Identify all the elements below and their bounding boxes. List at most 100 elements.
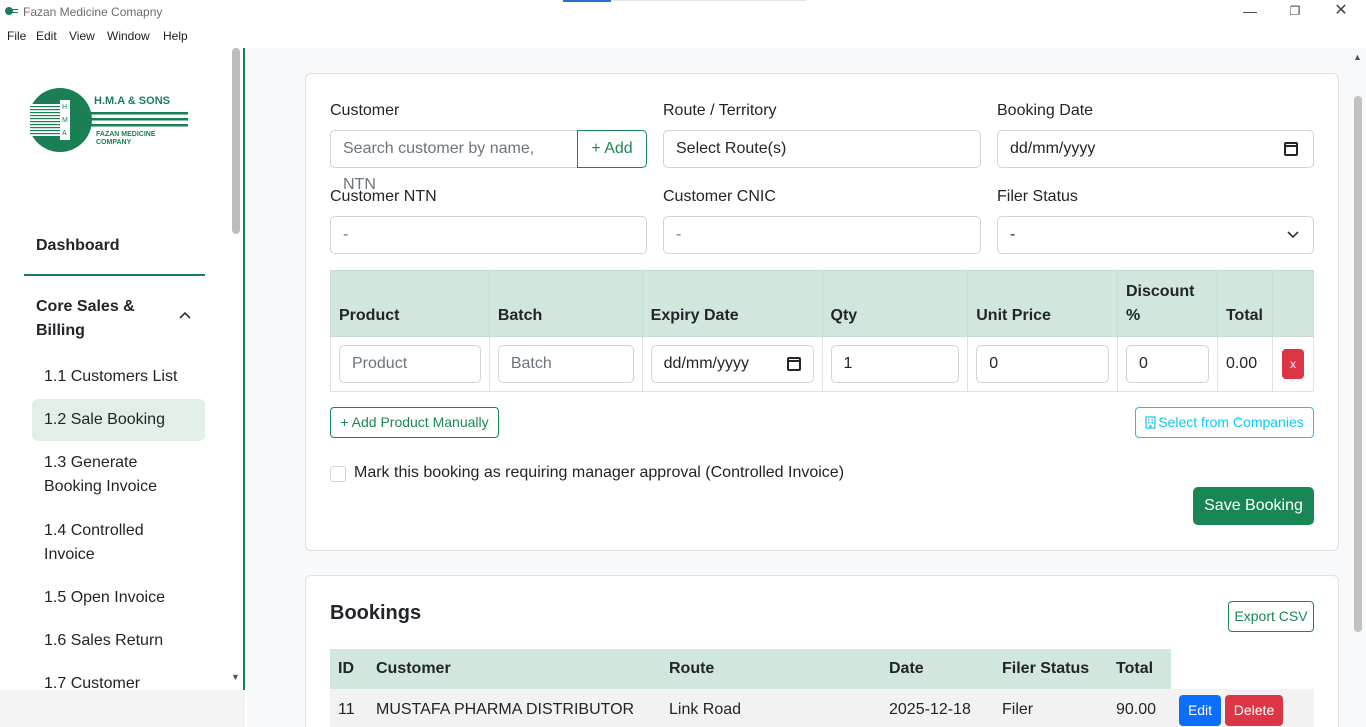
filer-select[interactable]: - (997, 216, 1314, 254)
filer-label: Filer Status (997, 188, 1078, 205)
main-scrollbar-thumb[interactable] (1354, 96, 1362, 632)
company-logo: H M A H.M.A & SONS FAZAN MEDICINE COMPAN… (28, 88, 188, 152)
discount-input[interactable]: 0 (1126, 345, 1209, 383)
sidebar-scrollbar-thumb[interactable] (232, 48, 240, 234)
maximize-button[interactable]: ❐ (1285, 2, 1305, 20)
menu-window[interactable]: Window (107, 29, 150, 43)
customer-search-input[interactable]: Search customer by name, NTN (330, 130, 578, 193)
col-unit-price: Unit Price (967, 270, 1118, 337)
main-content: ▲ Customer Search customer by name, NTN … (247, 48, 1366, 727)
nav-customers-list[interactable]: 1.1 Customers List (44, 365, 194, 389)
save-booking-button[interactable]: Save Booking (1193, 487, 1314, 525)
booking-total: 90.00 (1108, 689, 1171, 727)
chevron-up-icon[interactable] (178, 310, 192, 320)
remove-row-button[interactable]: x (1281, 349, 1304, 379)
nav-open-invoice[interactable]: 1.5 Open Invoice (44, 586, 194, 610)
nav-sales-return[interactable]: 1.6 Sales Return (44, 629, 194, 653)
cnic-label: Customer CNIC (663, 188, 776, 205)
close-button[interactable]: ✕ (1331, 2, 1351, 20)
filer-value: - (1010, 226, 1016, 243)
logo-line2: FAZAN MEDICINE (96, 131, 156, 138)
table-row[interactable]: 11 MUSTAFA PHARMA DISTRIBUTOR Link Road … (330, 689, 1314, 727)
col-customer: Customer (368, 649, 661, 689)
col-discount: Discount % (1117, 270, 1218, 337)
cnic-field: - (663, 216, 981, 254)
booking-form-card: Customer Search customer by name, NTN + … (305, 73, 1339, 551)
edit-button[interactable]: Edit (1179, 694, 1221, 726)
menu-help[interactable]: Help (163, 29, 188, 43)
col-product: Product (330, 270, 490, 337)
nav-generate-booking-invoice[interactable]: 1.3 Generate Booking Invoice (44, 451, 194, 499)
app-icon (5, 7, 18, 15)
route-label: Route / Territory (663, 102, 777, 119)
product-table: Product Batch Expiry Date Qty Unit Price… (330, 270, 1315, 392)
booking-filer: Filer (994, 689, 1108, 727)
logo-line1: H.M.A & SONS (94, 95, 170, 107)
nav-group-core-sales[interactable]: Core Sales & Billing (36, 295, 156, 343)
nav-divider (24, 274, 205, 276)
booking-date: 2025-12-18 (881, 689, 994, 727)
calendar-icon[interactable] (1284, 142, 1298, 156)
building-icon (1145, 416, 1156, 429)
col-date: Date (881, 649, 994, 689)
col-qty: Qty (821, 270, 969, 337)
booking-id: 11 (330, 689, 368, 727)
scroll-down-arrow-icon[interactable]: ▼ (231, 672, 240, 682)
col-id: ID (330, 649, 368, 689)
menu-view[interactable]: View (69, 29, 95, 43)
col-expiry: Expiry Date (641, 270, 823, 337)
logo-letter-h: H (62, 104, 67, 111)
route-select[interactable]: Select Route(s) (663, 130, 981, 168)
delete-button[interactable]: Delete (1225, 694, 1283, 726)
booking-route: Link Road (661, 689, 881, 727)
unit-price-input[interactable]: 0 (976, 345, 1109, 383)
bookings-table: ID Customer Route Date Filer Status Tota… (330, 649, 1314, 727)
manager-approval-checkbox[interactable] (330, 466, 346, 482)
nav-dashboard[interactable]: Dashboard (36, 237, 120, 255)
col-actions (1271, 270, 1315, 337)
customer-label: Customer (330, 102, 400, 119)
row-total: 0.00 (1216, 336, 1273, 392)
title-tab-indicator (563, 0, 611, 2)
product-input[interactable]: Product (339, 345, 481, 383)
title-bar: Fazan Medicine Comapny — ❐ ✕ (0, 0, 1366, 24)
minimize-button[interactable]: — (1240, 2, 1260, 20)
booking-date-input[interactable]: dd/mm/yyyy (997, 130, 1314, 168)
add-customer-button[interactable]: + Add (577, 130, 647, 168)
scroll-up-arrow-icon[interactable]: ▲ (1353, 52, 1362, 62)
add-product-manually-button[interactable]: + Add Product Manually (330, 407, 499, 438)
bookings-title: Bookings (330, 602, 422, 624)
window-title: Fazan Medicine Comapny (23, 5, 163, 19)
booking-date-value: dd/mm/yyyy (1010, 140, 1096, 157)
nav-controlled-invoice[interactable]: 1.4 Controlled Invoice (44, 519, 194, 567)
sidebar-footer (0, 690, 245, 727)
manager-approval-label: Mark this booking as requiring manager a… (354, 464, 845, 481)
booking-customer: MUSTAFA PHARMA DISTRIBUTOR (368, 689, 661, 727)
menu-file[interactable]: File (7, 29, 26, 43)
batch-input[interactable]: Batch (497, 345, 634, 383)
ntn-label: Customer NTN (330, 188, 437, 205)
col-filer-status: Filer Status (994, 649, 1108, 689)
ntn-field: - (330, 216, 647, 254)
menu-bar: File Edit View Window Help (0, 24, 1366, 48)
col-actions (1171, 649, 1314, 689)
select-from-companies-button[interactable]: Select from Companies (1135, 407, 1314, 438)
calendar-icon[interactable] (786, 357, 801, 371)
product-row: Product Batch dd/mm/yyyy 1 0 0 0.00 x (330, 336, 1315, 392)
expiry-date-input[interactable]: dd/mm/yyyy (650, 345, 814, 383)
logo-line3: COMPANY (96, 139, 132, 146)
export-csv-button[interactable]: Export CSV (1228, 601, 1314, 632)
logo-letter-a: A (62, 130, 67, 137)
menu-edit[interactable]: Edit (36, 29, 57, 43)
col-route: Route (661, 649, 881, 689)
booking-date-label: Booking Date (997, 102, 1094, 119)
chevron-down-icon (1287, 231, 1299, 239)
nav-sale-booking[interactable]: 1.2 Sale Booking (44, 408, 194, 432)
col-total: Total (1108, 649, 1171, 689)
sidebar: H M A H.M.A & SONS FAZAN MEDICINE COMPAN… (0, 48, 245, 727)
logo-letter-m: M (62, 117, 68, 124)
col-batch: Batch (488, 270, 643, 337)
bookings-card: Bookings Export CSV ID Customer Route Da… (305, 575, 1339, 727)
qty-input[interactable]: 1 (830, 345, 960, 383)
col-total: Total (1216, 270, 1273, 337)
